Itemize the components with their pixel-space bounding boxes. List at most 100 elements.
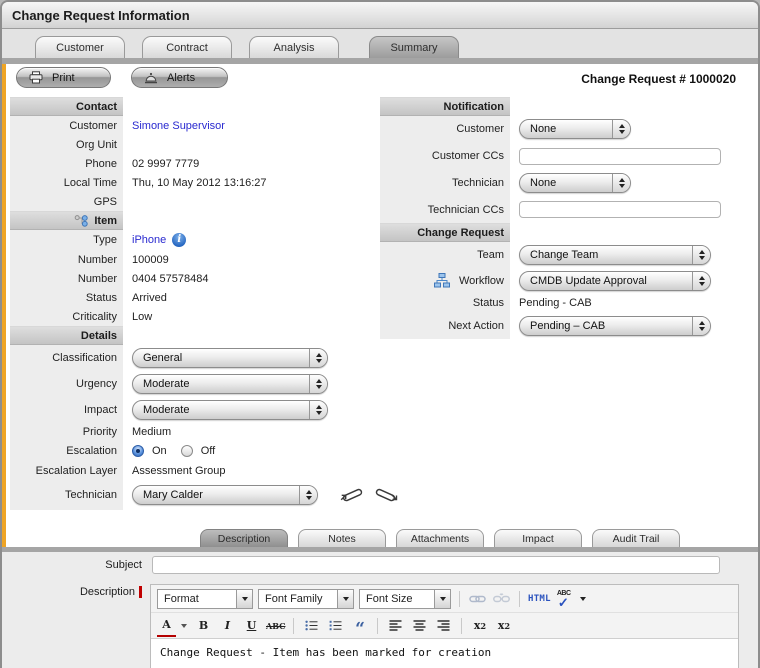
info-icon[interactable]: i [172, 233, 186, 247]
contact-section-header: Contact [10, 97, 123, 116]
strikethrough-button[interactable]: ABC [266, 616, 285, 636]
editor-content[interactable]: Change Request - Item has been marked fo… [151, 639, 738, 666]
customer-link[interactable]: Simone Supervisor [132, 120, 225, 132]
html-source-button[interactable]: HTML [528, 589, 551, 609]
italic-button[interactable]: I [218, 616, 237, 636]
print-button[interactable]: Print [16, 67, 111, 88]
spellcheck-menu-arrow-icon[interactable] [580, 597, 586, 601]
details-section-header: Details [10, 326, 123, 345]
font-family-select[interactable]: Font Family [258, 589, 354, 609]
spellcheck-icon[interactable]: ABC ✓ [556, 589, 573, 609]
printer-icon [29, 71, 43, 84]
tab-contract[interactable]: Contract [142, 36, 232, 58]
align-right-button[interactable] [434, 616, 453, 636]
technician-select[interactable]: Mary Calder [132, 485, 318, 505]
tab-description[interactable]: Description [200, 529, 288, 547]
technician-row: Technician Mary Calder [10, 480, 374, 510]
tab-audit-trail[interactable]: Audit Trail [592, 529, 680, 547]
next-action-select[interactable]: Pending – CAB [519, 316, 711, 336]
toolbar-separator [293, 618, 294, 634]
next-action-row: Next Action Pending – CAB [380, 312, 725, 339]
workflow-select[interactable]: CMDB Update Approval [519, 271, 711, 291]
escalation-layer-row: Escalation Layer Assessment Group [10, 461, 374, 480]
align-center-button[interactable] [410, 616, 429, 636]
alert-bell-icon [144, 72, 158, 84]
select-arrows-icon [692, 317, 710, 335]
right-column: Notification Customer None Customer CCs … [380, 97, 725, 339]
bold-button[interactable]: B [194, 616, 213, 636]
impact-row: Impact Moderate [10, 397, 374, 423]
classification-row: Classification General [10, 345, 374, 371]
select-arrows-icon [692, 246, 710, 264]
summary-content: Print Alerts Change Request # 1000020 Co… [2, 64, 758, 668]
notify-customer-select[interactable]: None [519, 119, 631, 139]
toolbar-separator [461, 618, 462, 634]
urgency-select[interactable]: Moderate [132, 374, 328, 394]
phone-row: Phone 02 9997 7779 [10, 154, 374, 173]
tab-impact[interactable]: Impact [494, 529, 582, 547]
alerts-button[interactable]: Alerts [131, 67, 228, 88]
change-request-section-header: Change Request [380, 223, 510, 242]
tab-notes[interactable]: Notes [298, 529, 386, 547]
escalation-on-radio[interactable] [132, 445, 144, 457]
workflow-row: Workflow CMDB Update Approval [380, 268, 725, 293]
print-button-label: Print [52, 72, 75, 84]
change-request-number: Change Request # 1000020 [581, 72, 736, 86]
customer-ccs-input[interactable] [519, 148, 721, 165]
escalate-icon[interactable] [338, 486, 364, 504]
customer-row: Customer Simone Supervisor [10, 116, 374, 135]
local-time-row: Local Time Thu, 10 May 2012 13:16:27 [10, 173, 374, 192]
select-arrows-icon [309, 349, 327, 367]
description-panel: Subject Description Format Font Family [2, 552, 758, 668]
select-arrows-icon [299, 486, 317, 504]
subscript-button[interactable]: x2 [470, 616, 489, 636]
tab-summary[interactable]: Summary [369, 36, 459, 58]
change-request-window: Change Request Information Customer Cont… [0, 0, 760, 668]
font-color-button[interactable]: A [157, 615, 176, 637]
deescalate-icon[interactable] [374, 486, 400, 504]
urgency-row: Urgency Moderate [10, 371, 374, 397]
main-tab-strip: Customer Contract Analysis Summary [2, 30, 758, 58]
item-relationship-icon [74, 214, 89, 227]
tab-attachments[interactable]: Attachments [396, 529, 484, 547]
toolbar-separator [377, 618, 378, 634]
tab-analysis[interactable]: Analysis [249, 36, 339, 58]
tab-customer[interactable]: Customer [35, 36, 125, 58]
classification-select[interactable]: General [132, 348, 328, 368]
dropdown-arrow-icon [434, 590, 450, 608]
align-left-button[interactable] [386, 616, 405, 636]
numbered-list-button[interactable] [326, 616, 345, 636]
notify-technician-row: Technician None [380, 170, 725, 196]
format-select[interactable]: Format [157, 589, 253, 609]
select-arrows-icon [692, 272, 710, 290]
notify-technician-select[interactable]: None [519, 173, 631, 193]
rich-text-editor: Format Font Family Font Size [150, 584, 739, 668]
escalation-off-radio[interactable] [181, 445, 193, 457]
font-color-menu-arrow-icon[interactable] [181, 624, 187, 628]
insert-link-icon[interactable] [468, 589, 487, 609]
font-size-select[interactable]: Font Size [359, 589, 451, 609]
blockquote-button[interactable]: “ [350, 612, 369, 640]
org-unit-row: Org Unit [10, 135, 374, 154]
cr-status-row: Status Pending - CAB [380, 293, 725, 312]
item-type-link[interactable]: iPhone [132, 234, 166, 246]
underline-button[interactable]: U [242, 616, 261, 636]
toolbar-separator [519, 591, 520, 607]
alerts-button-label: Alerts [167, 72, 195, 84]
gps-row: GPS [10, 192, 374, 211]
team-select[interactable]: Change Team [519, 245, 711, 265]
impact-select[interactable]: Moderate [132, 400, 328, 420]
item-phone-number-row: Number 0404 57578484 [10, 269, 374, 288]
bullet-list-button[interactable] [302, 616, 321, 636]
dropdown-arrow-icon [337, 590, 353, 608]
superscript-button[interactable]: x2 [494, 616, 513, 636]
dropdown-arrow-icon [236, 590, 252, 608]
technician-ccs-input[interactable] [519, 201, 721, 218]
item-status-row: Status Arrived [10, 288, 374, 307]
select-arrows-icon [612, 120, 630, 138]
left-column: Contact Customer Simone Supervisor Org U… [10, 97, 374, 510]
subject-input[interactable] [152, 556, 720, 574]
window-title-bar: Change Request Information [2, 2, 758, 29]
editor-toolbar-row2: A B I U ABC [151, 613, 738, 639]
remove-link-icon[interactable] [492, 589, 511, 609]
